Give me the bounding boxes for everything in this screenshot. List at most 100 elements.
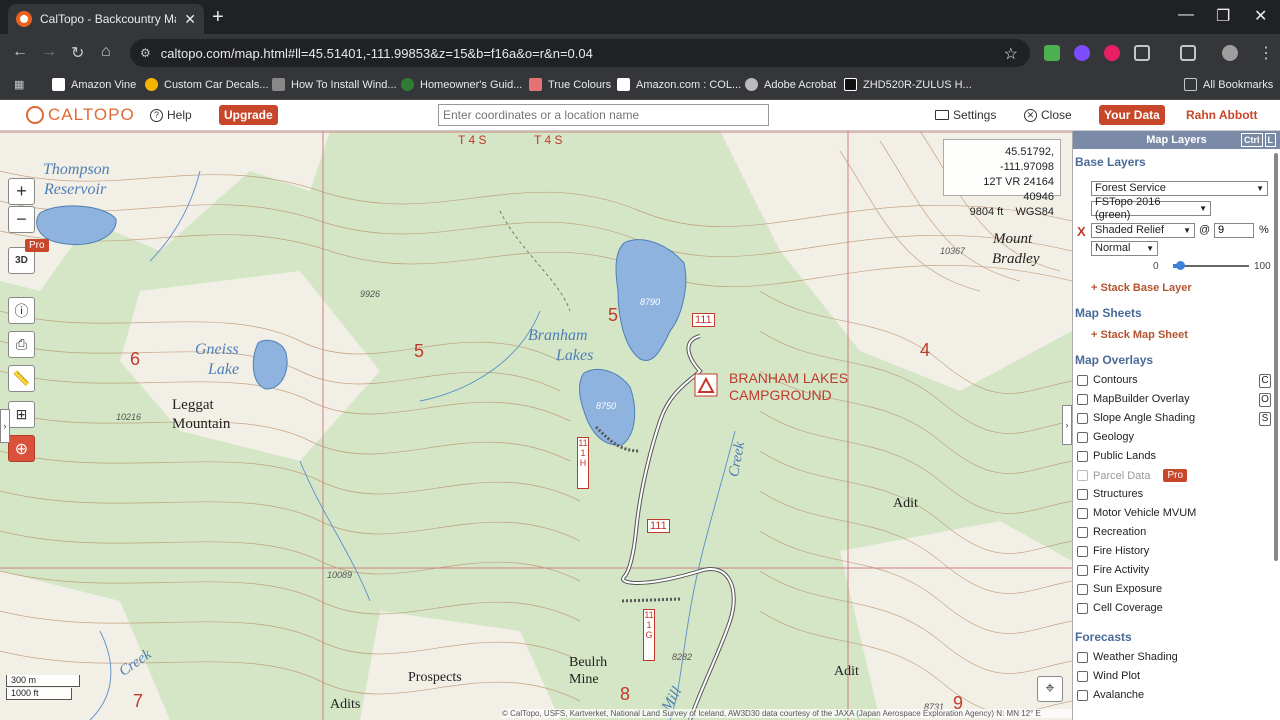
- bookmark-label: How To Install Wind...: [291, 78, 397, 91]
- measure-button[interactable]: 📏: [8, 365, 35, 392]
- bookmark-icon: [529, 78, 542, 91]
- menu-dots-icon[interactable]: ⋮: [1258, 43, 1274, 63]
- overlay-fire-activity[interactable]: Fire Activity: [1077, 564, 1149, 576]
- locate-me-button[interactable]: ⌖: [1037, 676, 1063, 702]
- opacity-slider[interactable]: [1173, 261, 1249, 270]
- checkbox[interactable]: [1077, 602, 1088, 614]
- bookmark-item[interactable]: Adobe Acrobat: [745, 78, 836, 91]
- forecast-weather-shading[interactable]: Weather Shading: [1077, 651, 1178, 663]
- overlay-fire-history[interactable]: Fire History: [1077, 545, 1149, 557]
- overlay-mvum[interactable]: Motor Vehicle MVUM: [1077, 507, 1196, 519]
- base-layer-select[interactable]: Forest Service ▼: [1091, 181, 1268, 196]
- reload-icon[interactable]: ↻: [71, 43, 84, 63]
- minimize-icon[interactable]: —: [1178, 6, 1194, 24]
- overlay-public-lands[interactable]: Public Lands: [1077, 450, 1156, 462]
- panel-scrollbar[interactable]: [1274, 153, 1278, 561]
- back-icon[interactable]: ←: [12, 43, 28, 61]
- checkbox[interactable]: [1077, 450, 1088, 462]
- forecast-wind-plot[interactable]: Wind Plot: [1077, 670, 1140, 682]
- tab-title: CalTopo - Backcountry Mapping: [40, 12, 176, 26]
- address-bar[interactable]: ⚙ caltopo.com/map.html#ll=45.51401,-111.…: [130, 39, 1030, 67]
- section-number: 7: [133, 691, 144, 711]
- all-bookmarks[interactable]: All Bookmarks: [1184, 78, 1273, 91]
- stack-map-sheet-link[interactable]: + Stack Map Sheet: [1091, 329, 1188, 341]
- extension-icon[interactable]: [1104, 45, 1120, 61]
- overlay-recreation[interactable]: Recreation: [1077, 526, 1146, 538]
- checkbox[interactable]: [1077, 689, 1088, 701]
- extensions-puzzle-icon[interactable]: [1134, 45, 1150, 61]
- help-button[interactable]: ? Help: [150, 108, 192, 122]
- overlay-cell-coverage[interactable]: Cell Coverage: [1077, 602, 1163, 614]
- checkbox[interactable]: [1077, 670, 1088, 682]
- bookmark-item[interactable]: Amazon.com : COL...: [617, 78, 741, 91]
- checkbox[interactable]: [1077, 374, 1088, 386]
- remove-layer-icon[interactable]: X: [1077, 224, 1086, 239]
- left-panel-toggle[interactable]: ›: [0, 409, 10, 443]
- apps-grid-icon[interactable]: ▦: [14, 78, 24, 91]
- checkbox[interactable]: [1077, 583, 1088, 595]
- bookmark-item[interactable]: Custom Car Decals...: [145, 78, 269, 91]
- checkbox[interactable]: [1077, 431, 1088, 443]
- user-account-link[interactable]: Rahn Abbott: [1186, 108, 1258, 122]
- checkbox[interactable]: [1077, 488, 1088, 500]
- opacity-input[interactable]: 9: [1214, 223, 1254, 238]
- pro-badge[interactable]: Pro: [1163, 469, 1188, 482]
- checkbox[interactable]: [1077, 564, 1088, 576]
- close-button[interactable]: ✕ Close: [1024, 108, 1072, 122]
- upgrade-button[interactable]: Upgrade: [219, 105, 278, 125]
- tab-close-icon[interactable]: ✕: [184, 11, 196, 28]
- overlay-sun-exposure[interactable]: Sun Exposure: [1077, 583, 1162, 595]
- new-tab-icon[interactable]: +: [212, 6, 224, 29]
- window-close-icon[interactable]: ✕: [1254, 6, 1267, 26]
- forward-icon[interactable]: →: [41, 43, 57, 61]
- map-canvas[interactable]: Thompson Reservoir Gneiss Lake Leggat Mo…: [0, 131, 1072, 720]
- checkbox[interactable]: [1077, 545, 1088, 557]
- bookmark-star-icon[interactable]: ☆: [1004, 44, 1018, 64]
- print-button[interactable]: ⎙: [8, 331, 35, 358]
- zoom-out-button[interactable]: −: [8, 206, 35, 233]
- overlay-contours[interactable]: Contours: [1077, 374, 1138, 386]
- overlay-geology[interactable]: Geology: [1077, 431, 1134, 443]
- add-object-button[interactable]: ⊕: [8, 435, 35, 462]
- your-data-button[interactable]: Your Data: [1099, 105, 1165, 125]
- browser-tab[interactable]: CalTopo - Backcountry Mapping ✕: [8, 4, 204, 34]
- cast-icon[interactable]: [1180, 45, 1196, 61]
- extension-icon[interactable]: [1044, 45, 1060, 61]
- hotkey-badge: S: [1259, 412, 1271, 426]
- overlay-structures[interactable]: Structures: [1077, 488, 1143, 500]
- settings-button[interactable]: Settings: [935, 108, 996, 122]
- bookmark-item[interactable]: ZHD520R-ZULUS H...: [844, 78, 972, 91]
- maximize-icon[interactable]: ❐: [1216, 6, 1230, 26]
- home-icon[interactable]: ⌂: [101, 43, 111, 61]
- overlay-mapbuilder[interactable]: MapBuilder Overlay: [1077, 393, 1190, 405]
- relief-layer-select[interactable]: Shaded Relief ▼: [1091, 223, 1195, 238]
- layers-panel-toggle[interactable]: ›: [1062, 405, 1072, 445]
- forecast-avalanche[interactable]: Avalanche: [1077, 689, 1144, 701]
- location-search-input[interactable]: [438, 104, 769, 126]
- blend-mode-select[interactable]: Normal ▼: [1091, 241, 1158, 256]
- overlay-label: Fire Activity: [1093, 564, 1150, 576]
- overlay-slope-angle[interactable]: Slope Angle Shading: [1077, 412, 1195, 424]
- profile-avatar[interactable]: [1222, 45, 1238, 61]
- zoom-in-button[interactable]: +: [8, 178, 35, 205]
- globe-icon: [745, 78, 758, 91]
- all-bookmarks-label: All Bookmarks: [1203, 78, 1274, 91]
- checkbox[interactable]: [1077, 507, 1088, 519]
- extension-icon[interactable]: [1074, 45, 1090, 61]
- bookmark-item[interactable]: True Colours: [529, 78, 611, 91]
- section-number: 5: [414, 341, 425, 361]
- bookmark-item[interactable]: Amazon Vine: [52, 78, 136, 91]
- map-objects-button[interactable]: ⊞: [8, 401, 35, 428]
- caltopo-logo[interactable]: CALTOPO: [26, 105, 135, 125]
- info-button[interactable]: ⓘ: [8, 297, 35, 324]
- stack-base-layer-link[interactable]: + Stack Base Layer: [1091, 282, 1192, 294]
- topo-layer-select[interactable]: FSTopo 2016 (green) ▼: [1091, 196, 1211, 221]
- bookmark-item[interactable]: How To Install Wind...: [272, 78, 397, 91]
- checkbox[interactable]: [1077, 526, 1088, 538]
- checkbox[interactable]: [1077, 651, 1088, 663]
- checkbox[interactable]: [1077, 412, 1088, 424]
- checkbox[interactable]: [1077, 393, 1088, 405]
- slider-handle[interactable]: [1175, 261, 1185, 270]
- site-info-icon[interactable]: ⚙: [140, 46, 151, 60]
- bookmark-item[interactable]: Homeowner's Guid...: [401, 78, 522, 91]
